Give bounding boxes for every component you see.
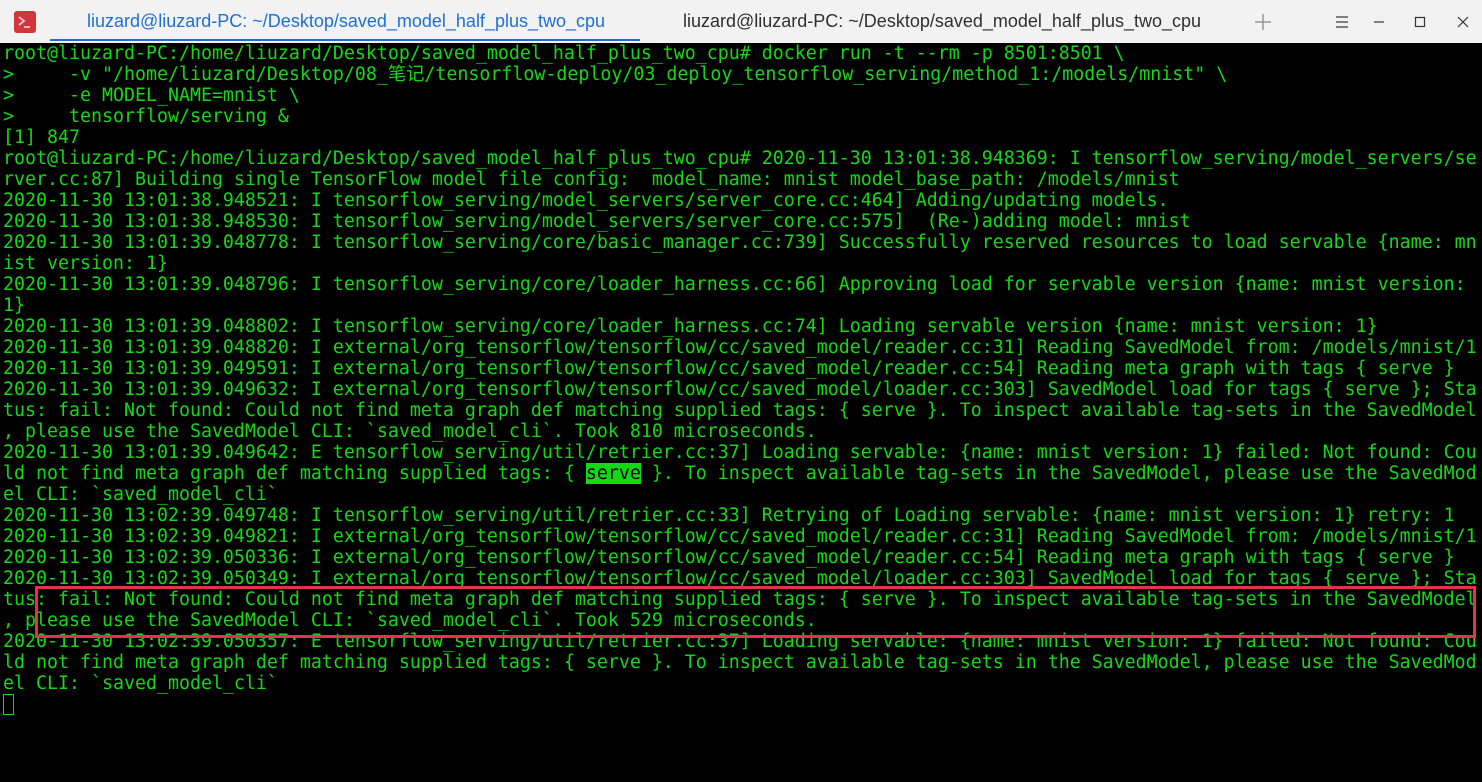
- terminal-line: el CLI: `saved_model_cli`: [3, 484, 278, 505]
- terminal-line: 2020-11-30 13:01:38.948530: I tensorflow…: [3, 211, 1191, 232]
- terminal-icon: [14, 11, 36, 33]
- close-button[interactable]: [1445, 0, 1481, 43]
- line-text: ld not find meta graph def matching supp…: [3, 463, 586, 484]
- new-tab-button[interactable]: [1245, 0, 1281, 43]
- terminal-line: 2020-11-30 13:02:39.049748: I tensorflow…: [3, 505, 1455, 526]
- terminal-line: tus: fail: Not found: Could not find met…: [3, 589, 1477, 610]
- terminal-line: root@liuzard-PC:/home/liuzard/Desktop/sa…: [3, 148, 1477, 169]
- close-icon: [1457, 16, 1469, 28]
- terminal-line: 2020-11-30 13:01:39.048796: I tensorflow…: [3, 274, 1466, 295]
- terminal-line: 2020-11-30 13:01:39.048802: I tensorflow…: [3, 316, 1378, 337]
- terminal-line: 2020-11-30 13:02:39.050336: I external/o…: [3, 547, 1455, 568]
- tab-label: liuzard@liuzard-PC: ~/Desktop/saved_mode…: [682, 11, 1202, 31]
- terminal-line: 2020-11-30 13:02:39.049821: I external/o…: [3, 526, 1477, 547]
- minimize-icon: [1374, 21, 1384, 23]
- terminal-line: > tensorflow/serving &: [3, 106, 289, 127]
- tab-2[interactable]: liuzard@liuzard-PC: ~/Desktop/saved_mode…: [644, 0, 1240, 43]
- maximize-icon: [1414, 16, 1426, 28]
- terminal-prompt-line[interactable]: [0, 694, 1482, 715]
- menu-button[interactable]: [1324, 0, 1360, 43]
- terminal-line: 1}: [3, 295, 25, 316]
- terminal-line: 2020-11-30 13:02:39.050357: E tensorflow…: [3, 631, 1477, 652]
- terminal-line: > -e MODEL_NAME=mnist \: [3, 85, 300, 106]
- terminal-output[interactable]: root@liuzard-PC:/home/liuzard/Desktop/sa…: [0, 43, 1482, 782]
- terminal-line: [1] 847: [3, 127, 80, 148]
- search-match-highlight: serve: [585, 463, 641, 484]
- minimize-button[interactable]: [1361, 0, 1397, 43]
- terminal-line: tus: fail: Not found: Could not find met…: [3, 400, 1477, 421]
- terminal-line: ld not find meta graph def matching supp…: [0, 463, 1482, 484]
- terminal-line: ist version: 1}: [3, 253, 168, 274]
- terminal-cursor: [3, 694, 14, 715]
- terminal-line: rver.cc:87] Building single TensorFlow m…: [3, 169, 1180, 190]
- terminal-line: el CLI: `saved_model_cli`: [3, 673, 278, 694]
- maximize-button[interactable]: [1402, 0, 1438, 43]
- terminal-line: 2020-11-30 13:01:39.049632: I external/o…: [3, 379, 1477, 400]
- terminal-line: > -v "/home/liuzard/Desktop/08_笔记/tensor…: [3, 64, 1228, 85]
- tab-1[interactable]: liuzard@liuzard-PC: ~/Desktop/saved_mode…: [48, 0, 644, 43]
- terminal-line: , please use the SavedModel CLI: `saved_…: [3, 421, 817, 442]
- terminal-line: ld not find meta graph def matching supp…: [3, 652, 1477, 673]
- menu-icon: [1336, 16, 1348, 28]
- line-text: }. To inspect available tag-sets in the …: [640, 463, 1477, 484]
- terminal-line: 2020-11-30 13:01:38.948521: I tensorflow…: [3, 190, 1169, 211]
- terminal-line: 2020-11-30 13:01:39.049591: I external/o…: [3, 358, 1455, 379]
- terminal-line: root@liuzard-PC:/home/liuzard/Desktop/sa…: [3, 43, 1125, 64]
- terminal-line: 2020-11-30 13:02:39.050349: I external/o…: [3, 568, 1477, 589]
- active-tab-indicator: [50, 39, 640, 41]
- terminal-line: 2020-11-30 13:01:39.048778: I tensorflow…: [3, 232, 1477, 253]
- title-bar: liuzard@liuzard-PC: ~/Desktop/saved_mode…: [0, 0, 1482, 43]
- tab-label: liuzard@liuzard-PC: ~/Desktop/saved_mode…: [86, 11, 606, 31]
- terminal-line: , please use the SavedModel CLI: `saved_…: [3, 610, 817, 631]
- terminal-line: 2020-11-30 13:01:39.048820: I external/o…: [3, 337, 1477, 358]
- terminal-line: 2020-11-30 13:01:39.049642: E tensorflow…: [3, 442, 1477, 463]
- plus-icon: [1255, 14, 1271, 30]
